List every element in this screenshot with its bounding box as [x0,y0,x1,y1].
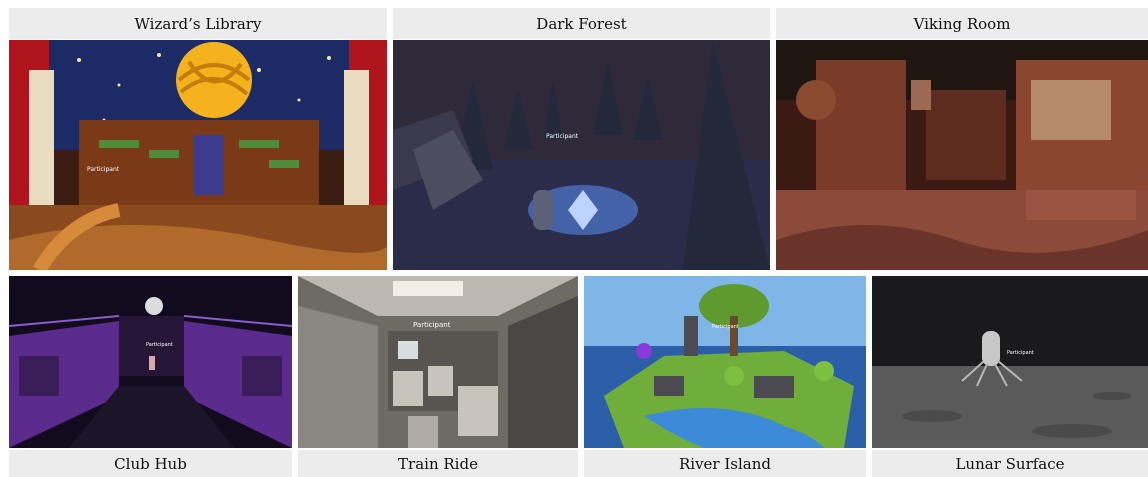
scene-image-dark-forest: Participant [393,40,770,270]
participant-tag: Participant [546,133,579,140]
scene-image-viking-room [776,40,1148,270]
scene-title: Train Ride [298,450,578,477]
scene-image-lunar-surface: Participant [872,276,1148,448]
participant-tag: Participant [712,324,739,330]
scene-title: Viking Room [776,8,1148,39]
participant-tag: Participant [1007,350,1034,356]
scene-title: Wizard’s Library [9,8,387,39]
scene-image-river-island: Participant [584,276,866,448]
scene-title: Lunar Surface [872,450,1148,477]
scene-image-train-ride: Participant [298,276,578,448]
participant-tag: Participant [146,342,173,348]
scene-title: Club Hub [9,450,292,477]
participant-tag: Participant [413,321,451,329]
scene-image-wizards-library: Participant [9,40,387,270]
scene-image-club-hub: Participant [9,276,292,448]
participant-tag: Participant [87,166,120,173]
scene-title: River Island [584,450,866,477]
scene-title: Dark Forest [393,8,770,39]
